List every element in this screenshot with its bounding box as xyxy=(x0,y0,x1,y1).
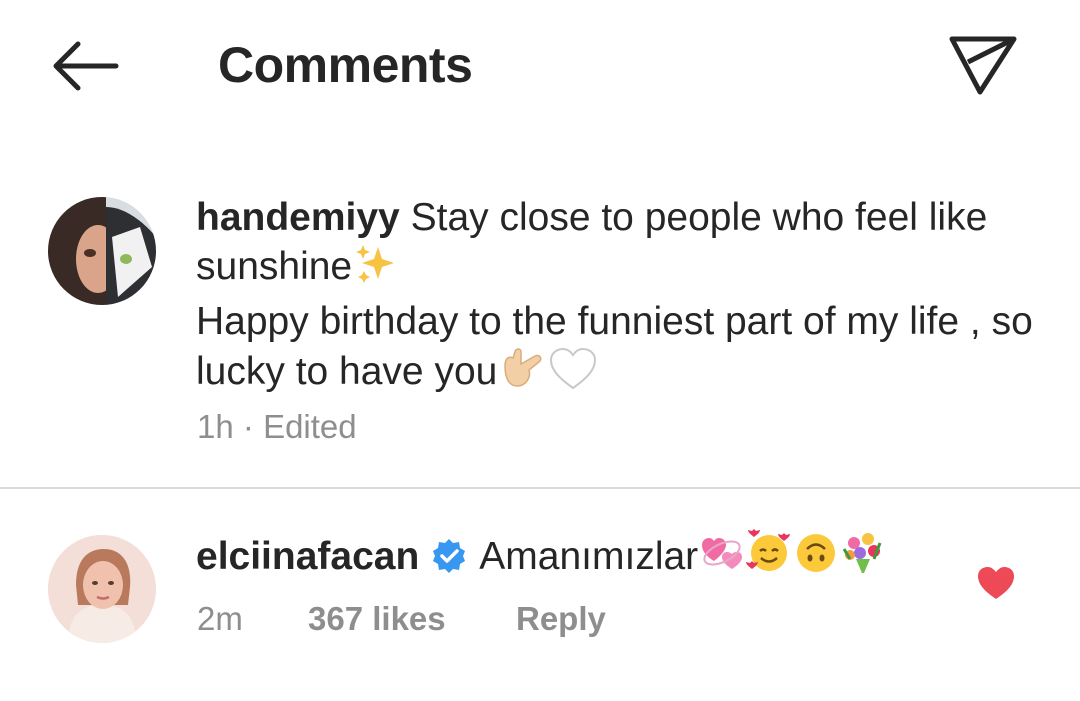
bouquet-icon xyxy=(840,529,886,587)
upside-down-face-icon xyxy=(794,531,838,587)
revolving-hearts-icon xyxy=(700,531,744,587)
comment-time: 1h xyxy=(197,408,234,445)
avatar-image xyxy=(48,197,156,305)
like-heart-icon[interactable] xyxy=(977,566,1015,600)
comment-text: Amanımızlar xyxy=(479,535,699,578)
avatar[interactable] xyxy=(48,535,156,643)
avatar-image xyxy=(48,535,156,643)
comment-username[interactable]: handemiyy xyxy=(196,196,400,239)
likes-count[interactable]: 367 likes xyxy=(308,600,446,638)
love-you-gesture-icon xyxy=(499,346,547,402)
comment-text-line2: Happy birthday to the funniest part of m… xyxy=(196,300,1033,393)
comment-meta: 1h · Edited xyxy=(197,408,357,446)
paper-plane-icon[interactable] xyxy=(946,32,1020,98)
comment-time: 2m xyxy=(197,600,243,637)
meta-separator: · xyxy=(242,408,254,445)
smiling-face-with-hearts-icon xyxy=(746,529,792,587)
divider xyxy=(0,487,1080,489)
arrow-left-icon[interactable] xyxy=(48,38,120,94)
comment-username[interactable]: elciinafacan xyxy=(196,535,419,578)
comment-caption: handemiyy Stay close to people who feel … xyxy=(196,193,1036,402)
top-bar: Comments xyxy=(0,0,1080,130)
page-title: Comments xyxy=(218,37,473,93)
white-heart-icon xyxy=(549,347,597,402)
reply-button[interactable]: Reply xyxy=(516,600,606,638)
edited-label: Edited xyxy=(263,408,357,445)
avatar[interactable] xyxy=(48,197,156,305)
comment-reply: elciinafacan Amanımızlar xyxy=(196,529,956,587)
verified-badge-icon xyxy=(431,537,467,573)
sparkles-icon xyxy=(354,243,396,297)
